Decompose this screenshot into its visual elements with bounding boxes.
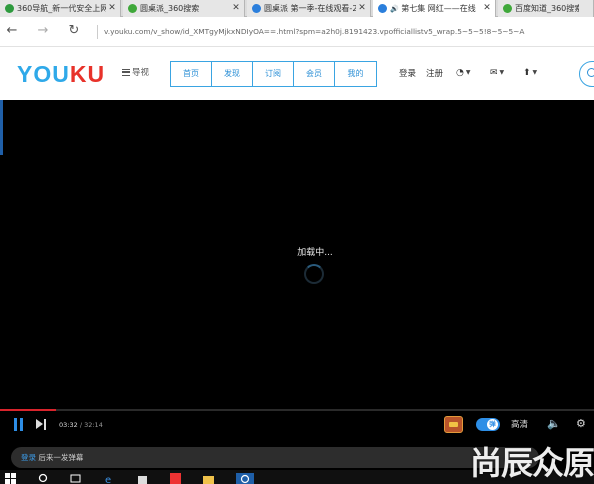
tab-title: 360导航_新一代安全上网导航 (17, 4, 106, 13)
settings-gear-icon[interactable]: ⚙ (576, 417, 586, 431)
nav-tab-home[interactable]: 首页 (171, 62, 212, 86)
tab-title-wrap: 🔊 第七集 网红——在线 (390, 0, 481, 18)
guide-menu-button[interactable]: 导视 (122, 67, 149, 79)
store-icon[interactable] (137, 473, 148, 484)
progress-bar-fill (0, 409, 57, 411)
player-controls: 03:32 / 32:14 弹 高清 🔈 ⚙ (0, 412, 594, 440)
task-view-icon[interactable] (70, 473, 81, 484)
browser-tab-baidu-zhidao[interactable]: 百度知道_360搜索 (498, 0, 594, 17)
browser-address-bar: ← → ↻ v.youku.com/v_show/id_XMTgyMjkxNDI… (0, 17, 594, 47)
windows-start-icon[interactable] (5, 473, 16, 484)
chevron-down-icon: ▼ (499, 69, 505, 76)
current-time: 03:32 (59, 421, 78, 429)
watermark-text: 尚辰众原 (470, 444, 594, 482)
youku-favicon-icon (378, 4, 387, 13)
reload-icon[interactable]: ↻ (66, 23, 82, 39)
browser-tab-search-yuanzhuopai[interactable]: 圆桌派_360搜索 ✕ (123, 0, 245, 17)
main-nav-tabs: 首页 发现 订阅 会员 我的 (170, 61, 377, 87)
forward-arrow-icon[interactable]: → (35, 23, 51, 39)
danmu-toggle-knob: 弹 (487, 419, 498, 430)
browser-tab-yuanzhuopai-season1[interactable]: 圆桌派 第一季-在线观看-2 ✕ (247, 0, 371, 17)
player-side-accent (0, 100, 3, 155)
next-episode-icon[interactable] (35, 418, 48, 431)
history-dropdown[interactable]: ◔ ▼ (456, 66, 470, 80)
chevron-down-icon: ▼ (465, 69, 471, 76)
nav-tab-vip[interactable]: 会员 (294, 62, 335, 86)
progress-bar[interactable] (0, 409, 594, 411)
svg-text:e: e (105, 475, 111, 484)
danmu-input-bar[interactable]: 登录 后来一发弹幕 (11, 447, 539, 468)
youku-favicon-icon (252, 4, 261, 13)
duration: 32:14 (84, 421, 103, 429)
next-triangle (36, 419, 43, 429)
danmu-toggle[interactable]: 弹 (476, 418, 500, 431)
browser-tab-episode7[interactable]: 🔊 第七集 网红——在线 ✕ (373, 0, 496, 18)
upload-icon: ⬆ (523, 68, 531, 78)
search-icon (587, 68, 594, 77)
back-arrow-icon[interactable]: ← (4, 23, 20, 39)
youku-header: YOUKU 导视 首页 发现 订阅 会员 我的 登录 注册 ◔ ▼ ✉ ▼ ⬆ ▼ (0, 47, 594, 100)
pause-icon[interactable] (13, 418, 25, 431)
guide-menu-label: 导视 (132, 68, 150, 78)
tab-close-icon[interactable]: ✕ (357, 0, 367, 17)
hamburger-menu-icon (122, 69, 130, 76)
danmu-prompt: 后来一发弹幕 (38, 453, 84, 462)
tab-close-icon[interactable]: ✕ (107, 0, 117, 17)
youku-logo[interactable]: YOUKU (17, 62, 105, 86)
video-player[interactable]: 加载中... 03:32 / 32:14 弹 高清 🔈 ⚙ 登录 后来一发弹幕 (0, 100, 594, 470)
edge-browser-icon[interactable]: e (104, 473, 115, 484)
danmu-login-link[interactable]: 登录 (21, 453, 36, 462)
logo-text-ku: KU (69, 61, 106, 87)
logo-text-you: YOU (17, 61, 70, 87)
time-display: 03:32 / 32:14 (59, 421, 103, 429)
message-dropdown[interactable]: ✉ ▼ (490, 66, 504, 80)
loading-text: 加载中... (297, 248, 333, 258)
tab-title: 第七集 网红——在线 (401, 4, 476, 13)
360-search-favicon-icon (503, 4, 512, 13)
browser-tab-bar: 360导航_新一代安全上网导航 ✕ 圆桌派_360搜索 ✕ 圆桌派 第一季-在线… (0, 0, 594, 18)
tab-title: 圆桌派_360搜索 (140, 4, 200, 13)
audio-playing-icon[interactable]: 🔊 (390, 5, 399, 13)
login-link[interactable]: 登录 (399, 68, 416, 80)
browser-360-taskbar-icon[interactable] (236, 473, 254, 484)
nav-tab-discover[interactable]: 发现 (212, 62, 253, 86)
next-bar (44, 419, 46, 430)
360-favicon-icon (5, 4, 14, 13)
loading-spinner-icon (304, 264, 324, 284)
upload-dropdown[interactable]: ⬆ ▼ (523, 66, 537, 80)
nav-tab-subscribe[interactable]: 订阅 (253, 62, 294, 86)
tab-title: 百度知道_360搜索 (515, 4, 579, 13)
chevron-down-icon: ▼ (532, 69, 538, 76)
tab-close-icon[interactable]: ✕ (231, 0, 241, 17)
nav-tab-mine[interactable]: 我的 (335, 62, 376, 86)
register-link[interactable]: 注册 (426, 68, 443, 80)
quality-selector[interactable]: 高清 (511, 420, 528, 431)
tab-close-icon[interactable]: ✕ (482, 0, 492, 17)
360-search-favicon-icon (128, 4, 137, 13)
search-button[interactable] (579, 61, 594, 87)
browser-tab-360-nav[interactable]: 360导航_新一代安全上网导航 ✕ (0, 0, 121, 17)
theater-mode-icon[interactable] (444, 416, 463, 433)
time-separator: / (79, 421, 83, 429)
history-clock-icon: ◔ (456, 68, 464, 78)
tab-title: 圆桌派 第一季-在线观看-2 (264, 4, 356, 13)
url-field[interactable]: v.youku.com/v_show/id_XMTgyMjkxNDIyOA==.… (97, 25, 577, 39)
volume-icon[interactable]: 🔈 (547, 417, 561, 431)
file-explorer-icon[interactable] (203, 473, 214, 484)
app-red-icon[interactable] (170, 473, 181, 484)
search-icon[interactable] (38, 473, 49, 484)
mail-icon: ✉ (490, 68, 498, 78)
